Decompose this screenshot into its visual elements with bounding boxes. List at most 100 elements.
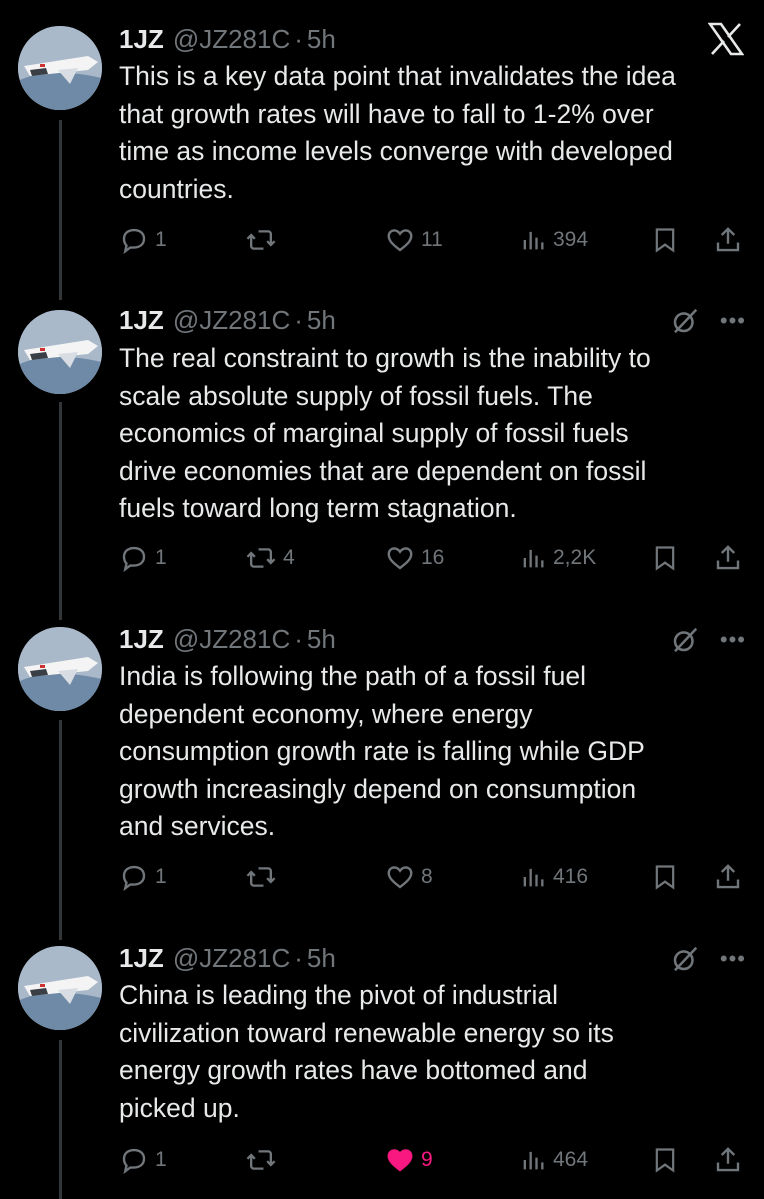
timestamp[interactable]: 5h (307, 943, 336, 974)
like-button[interactable]: 16 (385, 540, 444, 576)
tweet[interactable]: 1JZ @JZ281C · 5h ••• India is following … (0, 621, 764, 911)
view-count: 394 (553, 228, 589, 251)
bookmark-button[interactable] (651, 1142, 679, 1178)
x-logo-icon (708, 22, 744, 56)
more-options-icon[interactable]: ••• (720, 946, 746, 972)
timestamp[interactable]: 5h (307, 305, 336, 336)
author-name[interactable]: 1JZ (119, 305, 164, 336)
reply-count: 1 (155, 1148, 167, 1171)
bookmark-icon (655, 865, 675, 890)
analytics-icon (523, 1151, 544, 1170)
like-count: 8 (421, 865, 433, 888)
reply-icon (122, 546, 146, 573)
bookmark-icon (655, 228, 675, 253)
bookmark-icon (655, 546, 675, 571)
heart-icon (387, 229, 413, 252)
more-options-icon[interactable]: ••• (720, 627, 746, 653)
reply-count: 1 (155, 546, 167, 569)
heart-filled-icon (387, 1149, 413, 1172)
repost-icon (246, 867, 276, 887)
tweet-text: China is leading the pivot of industrial… (119, 980, 614, 1123)
reply-button[interactable]: 1 (119, 859, 167, 895)
share-icon (716, 545, 740, 570)
separator: · (294, 942, 303, 973)
like-button[interactable]: 9 (385, 1142, 433, 1178)
repost-count: 4 (283, 546, 295, 569)
separator: · (294, 23, 303, 54)
views-button[interactable]: 2,2K (519, 540, 596, 576)
separator: · (294, 623, 303, 654)
share-icon (716, 864, 740, 889)
repost-button[interactable] (245, 222, 283, 258)
heart-icon (387, 866, 413, 889)
view-count: 416 (553, 865, 589, 888)
analytics-icon (523, 868, 544, 887)
author-name[interactable]: 1JZ (119, 624, 164, 655)
author-handle[interactable]: @JZ281C (173, 624, 290, 655)
avatar[interactable] (18, 946, 102, 1030)
tweet-actions: 1 8 416 (119, 859, 745, 895)
more-options-icon[interactable]: ••• (720, 308, 746, 334)
views-button[interactable]: 416 (519, 859, 588, 895)
reply-button[interactable]: 1 (119, 222, 167, 258)
reply-button[interactable]: 1 (119, 1142, 167, 1178)
tweet[interactable]: 1JZ @JZ281C · 5h ••• China is leading th… (0, 940, 764, 1199)
reply-button[interactable]: 1 (119, 540, 167, 576)
view-count: 464 (553, 1148, 589, 1171)
author-handle[interactable]: @JZ281C (173, 24, 290, 55)
share-button[interactable] (713, 1142, 743, 1178)
tweet-actions: 1 11 394 (119, 222, 745, 258)
tweet-actions: 1 9 464 (119, 1142, 745, 1178)
author-name[interactable]: 1JZ (119, 943, 164, 974)
bookmark-button[interactable] (651, 540, 679, 576)
bookmark-icon (655, 1148, 675, 1173)
close-button[interactable] (708, 22, 744, 56)
avatar[interactable] (18, 627, 102, 711)
reply-count: 1 (155, 228, 167, 251)
share-button[interactable] (713, 859, 743, 895)
tweet-header: 1JZ @JZ281C · 5h (119, 621, 336, 657)
avatar[interactable] (18, 26, 102, 110)
grok-icon[interactable] (670, 306, 700, 336)
heart-icon (387, 547, 413, 570)
tweet[interactable]: 1JZ @JZ281C · 5h This is a key data poin… (0, 20, 764, 270)
repost-icon (246, 230, 276, 250)
tweet-text: The real constraint to growth is the ina… (119, 343, 651, 523)
views-button[interactable]: 464 (519, 1142, 588, 1178)
like-button[interactable]: 11 (385, 222, 443, 258)
views-button[interactable]: 394 (519, 222, 588, 258)
grok-icon[interactable] (670, 944, 700, 974)
tweet[interactable]: 1JZ @JZ281C · 5h ••• The real constraint… (0, 302, 764, 592)
share-button[interactable] (713, 222, 743, 258)
timestamp[interactable]: 5h (307, 24, 336, 55)
repost-button[interactable]: 4 (245, 540, 295, 576)
share-button[interactable] (713, 540, 743, 576)
tweet-top-actions: ••• (670, 944, 746, 974)
share-icon (716, 1147, 740, 1172)
grok-icon[interactable] (670, 625, 700, 655)
author-name[interactable]: 1JZ (119, 24, 164, 55)
repost-icon (246, 1150, 276, 1170)
share-icon (716, 227, 740, 252)
like-count: 11 (421, 228, 443, 251)
timestamp[interactable]: 5h (307, 624, 336, 655)
like-button[interactable]: 8 (385, 859, 433, 895)
reply-count: 1 (155, 865, 167, 888)
repost-button[interactable] (245, 1142, 283, 1178)
reply-icon (122, 228, 146, 255)
analytics-icon (523, 231, 544, 250)
repost-button[interactable] (245, 859, 283, 895)
tweet-header: 1JZ @JZ281C · 5h (119, 21, 336, 57)
like-count: 9 (421, 1148, 433, 1171)
author-handle[interactable]: @JZ281C (173, 305, 290, 336)
tweet-text: This is a key data point that invalidate… (119, 61, 676, 204)
view-count: 2,2K (553, 546, 597, 569)
analytics-icon (523, 549, 544, 568)
author-handle[interactable]: @JZ281C (173, 943, 290, 974)
tweet-header: 1JZ @JZ281C · 5h (119, 940, 336, 976)
tweet-header: 1JZ @JZ281C · 5h (119, 302, 336, 338)
repost-icon (246, 548, 276, 568)
avatar[interactable] (18, 310, 102, 394)
bookmark-button[interactable] (651, 859, 679, 895)
bookmark-button[interactable] (651, 222, 679, 258)
